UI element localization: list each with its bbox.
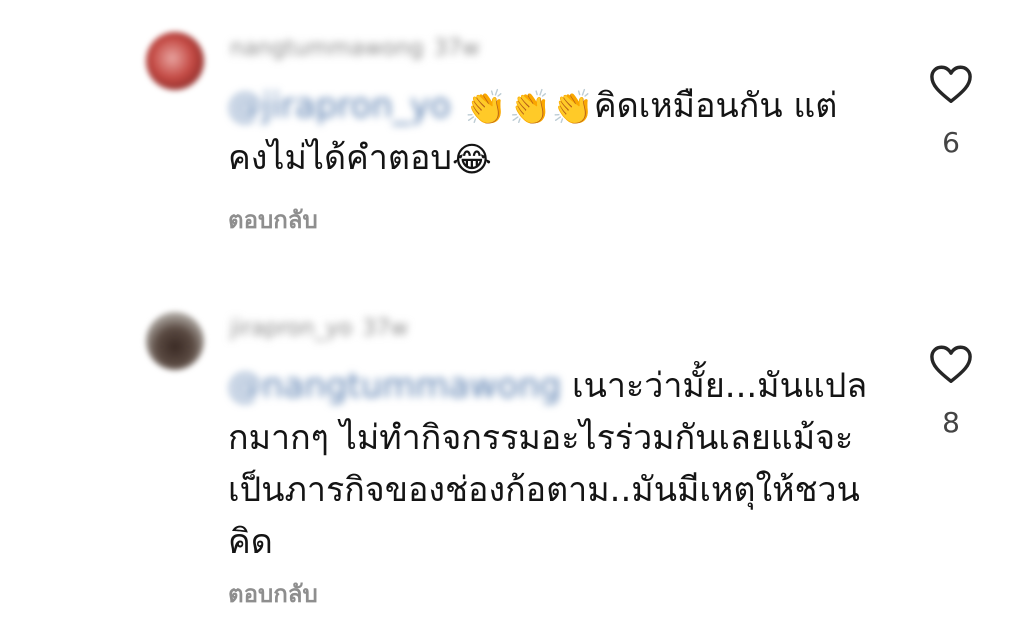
like-button[interactable]: 8 <box>924 344 978 439</box>
like-button[interactable]: 6 <box>924 64 978 159</box>
comment-username[interactable]: jirapron_yo 37w <box>230 316 408 341</box>
clapping-hands-icon: 👏 <box>509 88 552 128</box>
comment-text-line: คิดเหมือนกัน แต่ <box>593 86 838 126</box>
username-text[interactable]: nangtummawong <box>230 36 424 61</box>
comment-time: 37w <box>433 36 480 61</box>
like-count: 6 <box>942 126 960 159</box>
comment-text-line: เป็นภารกิจของช่องก้อตาม..มันมีเหตุให้ชวน <box>228 470 860 510</box>
username-text[interactable]: jirapron_yo <box>230 316 352 341</box>
laughing-tears-icon: 😂 <box>451 140 492 180</box>
mention-link[interactable]: @nangtummawong <box>228 360 561 412</box>
clapping-hands-icon: 👏 <box>464 88 508 128</box>
clapping-hands-icon: 👏 <box>551 88 594 128</box>
comment-text-line: เนาะว่ามั้ย...มันแปล <box>561 366 868 406</box>
comment-text: @nangtummawong เนาะว่ามั้ย...มันแปล กมาก… <box>228 360 888 568</box>
comment-time: 37w <box>362 316 409 341</box>
heart-outline-icon[interactable] <box>929 64 973 104</box>
comment-text: @jirapron_yo 👏👏👏คิดเหมือนกัน แต่ คงไม่ได้… <box>228 80 888 184</box>
heart-outline-icon[interactable] <box>929 344 973 384</box>
comment-text-line: คงไม่ได้คำตอบ <box>228 138 452 178</box>
comment-username[interactable]: nangtummawong 37w <box>230 36 480 61</box>
mention-link[interactable]: @jirapron_yo <box>228 80 451 132</box>
comment-text-line: คิด <box>228 522 273 562</box>
reply-button[interactable]: ตอบกลับ <box>228 200 318 239</box>
like-count: 8 <box>942 406 960 439</box>
reply-button[interactable]: ตอบกลับ <box>228 574 318 613</box>
comment-text-line: กมากๆ ไม่ทำกิจกรรมอะไรร่วมกันเลยแม้จะ <box>228 418 854 458</box>
avatar[interactable] <box>146 312 204 370</box>
avatar[interactable] <box>146 32 204 90</box>
